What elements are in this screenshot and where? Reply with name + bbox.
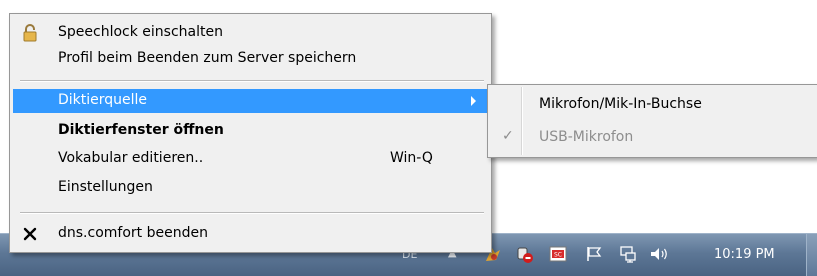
menu-item-save-profile[interactable]: Profil beim Beenden zum Server speichern <box>13 47 488 71</box>
svg-text:SC: SC <box>554 252 562 259</box>
menu-item-beenden[interactable]: dns.comfort beenden <box>13 222 488 246</box>
submenu-item-label: USB-Mikrofon <box>539 129 634 145</box>
volume-icon[interactable] <box>648 243 670 265</box>
menu-item-label: Profil beim Beenden zum Server speichern <box>58 50 357 66</box>
sc-icon[interactable]: SC <box>547 243 569 265</box>
menu-item-label: Speechlock einschalten <box>58 24 223 40</box>
menu-item-speechlock[interactable]: Speechlock einschalten <box>13 21 488 45</box>
submenu-item-usb-mikrofon[interactable]: ✓ USB-Mikrofon <box>491 123 815 153</box>
menu-item-label: dns.comfort beenden <box>58 225 208 241</box>
menu-item-label: Diktierquelle <box>58 92 148 108</box>
menu-separator <box>20 212 484 214</box>
close-icon <box>21 224 39 244</box>
checkmark-icon: ✓ <box>502 128 514 144</box>
menu-item-einstellungen[interactable]: Einstellungen <box>13 176 488 200</box>
menu-item-shortcut: Win-Q <box>390 150 433 166</box>
taskbar-clock[interactable]: 10:19 PM <box>714 247 775 262</box>
menu-item-diktierfenster[interactable]: Diktierfenster öffnen <box>13 119 488 143</box>
tray-context-menu: Speechlock einschalten Profil beim Beend… <box>9 13 492 253</box>
menu-item-label: Einstellungen <box>58 179 153 195</box>
submenu-item-label: Mikrofon/Mik-In-Buchse <box>539 96 702 112</box>
menu-item-label: Vokabular editieren.. <box>58 150 204 166</box>
show-desktop-button[interactable] <box>806 234 817 276</box>
diktierquelle-submenu: Mikrofon/Mik-In-Buchse ✓ USB-Mikrofon <box>487 84 817 158</box>
submenu-item-mikrofon[interactable]: Mikrofon/Mik-In-Buchse <box>491 90 815 120</box>
menu-item-label: Diktierfenster öffnen <box>58 122 224 138</box>
menu-item-vokabular[interactable]: Vokabular editieren.. Win-Q <box>13 147 488 171</box>
padlock-icon <box>21 23 39 43</box>
network-icon[interactable] <box>617 243 639 265</box>
submenu-arrow-icon <box>471 96 476 106</box>
speech-status-icon[interactable] <box>514 243 536 265</box>
menu-separator <box>20 80 484 82</box>
menu-item-diktierquelle[interactable]: Diktierquelle <box>13 89 488 113</box>
action-center-flag-icon[interactable] <box>583 243 605 265</box>
